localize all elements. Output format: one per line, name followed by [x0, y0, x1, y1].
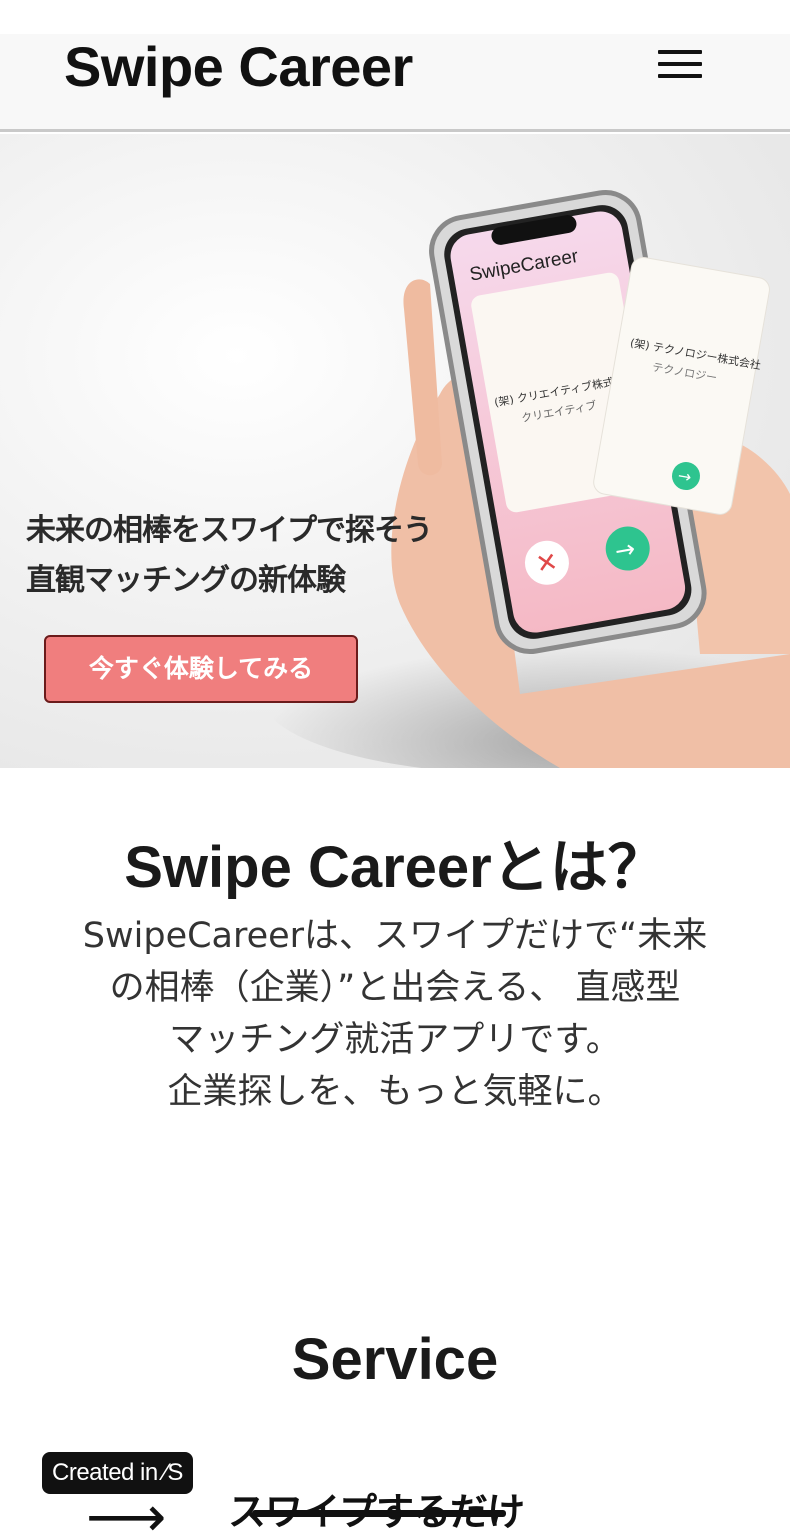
menu-line — [658, 74, 702, 78]
service-title: Service — [291, 1327, 499, 1392]
hero-headline: 未来の相棒をスワイプで探そう 直観マッチングの新体験 — [26, 506, 506, 606]
about-title: Swipe Careerとは？ — [124, 835, 666, 900]
hero-headline-line: 直観マッチングの新体験 — [26, 563, 346, 598]
hamburger-menu-button[interactable] — [652, 44, 708, 84]
about-line: の相棒（企業）”と出会える、 直感型 — [109, 968, 681, 1008]
site-header: Swipe Career — [0, 34, 790, 132]
try-now-button[interactable]: 今すぐ体験してみる — [44, 635, 358, 703]
about-description: SwipeCareerは、スワイプだけで“未来 の相棒（企業）”と出会える、 直… — [55, 910, 735, 1118]
hero-headline-line: 未来の相棒をスワイプで探そう — [26, 513, 433, 548]
service-step-text: スワイプするだけ — [228, 1486, 525, 1536]
site-logo[interactable]: Swipe Career — [64, 34, 413, 100]
about-line: SwipeCareerは、スワイプだけで“未来 — [82, 916, 708, 956]
menu-line — [658, 62, 702, 66]
menu-line — [658, 50, 702, 54]
arrow-right-icon: ⟶ — [86, 1485, 167, 1536]
about-line: マッチング就活アプリです。 — [169, 1020, 621, 1060]
hero-section: SwipeCareer (架) クリエイティブ株式 クリエイティブ ✕ → (架… — [0, 134, 790, 768]
created-in-badge[interactable]: Created in ∕S — [42, 1452, 193, 1494]
about-line: 企業探しを、もっと気軽に。 — [167, 1072, 623, 1112]
